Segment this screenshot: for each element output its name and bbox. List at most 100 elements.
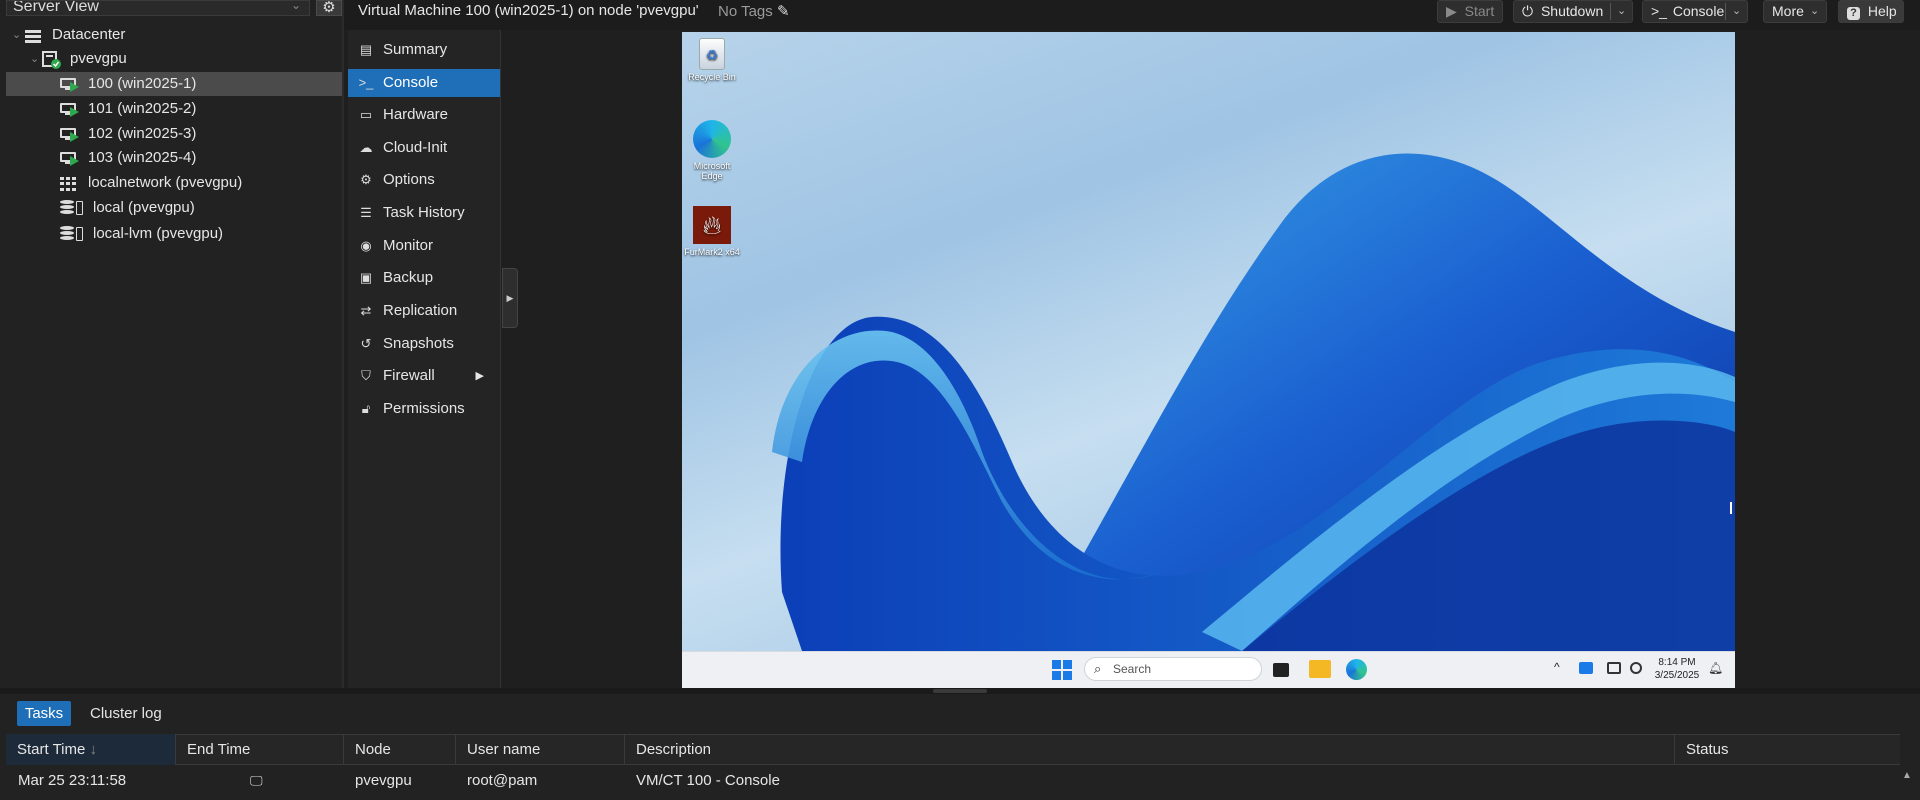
clock-time: 8:14 PM — [1658, 657, 1696, 668]
console-button[interactable]: >_ Console ⌄ — [1642, 0, 1748, 23]
bell-icon[interactable]: 🔔︎ — [1708, 661, 1723, 675]
tree-item-datacenter[interactable]: ⌄ Datacenter — [6, 23, 342, 47]
column-label: Description — [636, 741, 712, 758]
edge-taskbar-icon[interactable] — [1346, 659, 1367, 680]
column-header-end-time[interactable]: End Time — [176, 734, 344, 765]
splitter-handle[interactable] — [933, 689, 987, 693]
nav-firewall[interactable]: ⛉ Firewall ▶ — [348, 362, 500, 390]
collapse-handle[interactable]: ▶ — [502, 268, 518, 328]
nav-label: Backup — [383, 269, 434, 286]
column-label: Status — [1686, 741, 1729, 758]
nav-replication[interactable]: ⇄ Replication — [348, 297, 500, 325]
nav-label: Snapshots — [383, 335, 454, 352]
sort-descending-icon: ↓ — [89, 741, 98, 758]
vm-running-icon — [60, 127, 79, 142]
volume-tray-icon[interactable] — [1630, 662, 1642, 674]
pencil-icon[interactable]: ✎ — [777, 3, 790, 20]
furmark-icon: 🔥︎ — [693, 206, 731, 244]
shutdown-button[interactable]: ⏻ Shutdown ⌄ — [1513, 0, 1633, 23]
view-selector[interactable]: Server View ⌄ — [6, 0, 310, 16]
column-header-description[interactable]: Description — [625, 734, 1675, 765]
page-title: Virtual Machine 100 (win2025-1) on node … — [358, 2, 699, 19]
tree-item-vm-101[interactable]: 101 (win2025-2) — [6, 97, 342, 121]
nav-backup[interactable]: ▣ Backup — [348, 264, 500, 292]
desktop-icon-label: Recycle Bin — [688, 72, 736, 82]
datacenter-icon — [24, 28, 42, 43]
tags-editor[interactable]: No Tags ✎ — [718, 2, 790, 20]
desktop-icon-label: FurMark2 x64 — [684, 247, 740, 257]
column-header-start-time[interactable]: Start Time ↓ — [6, 734, 176, 765]
nav-monitor[interactable]: ◉ Monitor — [348, 232, 500, 260]
network-tray-icon[interactable] — [1607, 662, 1621, 674]
mouse-cursor-icon — [1730, 502, 1732, 514]
vm-console-screen[interactable]: ♻ Recycle Bin Microsoft Edge 🔥︎ FurMark2… — [682, 32, 1735, 651]
column-label: Node — [355, 741, 391, 758]
scroll-up-icon[interactable]: ▲ — [1902, 770, 1912, 781]
storage-icon — [60, 200, 74, 216]
nav-label: Task History — [383, 204, 465, 221]
desktop-icon-recycle-bin[interactable]: ♻ Recycle Bin — [682, 38, 742, 82]
tab-cluster-log[interactable]: Cluster log — [90, 701, 162, 726]
nav-label: Permissions — [383, 400, 465, 417]
nav-permissions[interactable]: 🔓︎ Permissions — [348, 395, 500, 423]
column-label: Start Time — [17, 741, 86, 758]
nav-snapshots[interactable]: ↺ Snapshots — [348, 330, 500, 358]
cell-description: VM/CT 100 - Console — [636, 772, 780, 789]
history-icon: ↺ — [360, 336, 372, 351]
column-header-node[interactable]: Node — [344, 734, 456, 765]
tray-app-icon[interactable] — [1579, 662, 1593, 674]
tree-item-localnetwork[interactable]: localnetwork (pvevgpu) — [6, 171, 342, 195]
vm-running-icon — [60, 102, 79, 117]
storage-device-icon — [76, 227, 83, 241]
start-button[interactable]: ▶ Start — [1437, 0, 1503, 23]
chevron-down-icon[interactable]: ⌄ — [1617, 1, 1626, 22]
nav-hardware[interactable]: ▭ Hardware — [348, 101, 500, 129]
chevron-up-icon[interactable]: ^ — [1554, 660, 1560, 674]
tree-item-vm-102[interactable]: 102 (win2025-3) — [6, 122, 342, 146]
caret-right-icon: ▶ — [475, 370, 484, 382]
nav-task-history[interactable]: ☰ Task History — [348, 199, 500, 227]
cloud-icon: ☁ — [359, 140, 373, 155]
desktop-icon-edge[interactable]: Microsoft Edge — [682, 120, 742, 181]
tree-item-node[interactable]: ⌄ pvevgpu — [6, 47, 342, 71]
help-button[interactable]: ? Help — [1838, 0, 1904, 23]
tree-item-vm-100[interactable]: 100 (win2025-1) — [6, 72, 342, 96]
taskbar-search-placeholder: Search — [1113, 662, 1152, 676]
nav-label: Monitor — [383, 237, 434, 254]
desktop-icon-furmark[interactable]: 🔥︎ FurMark2 x64 — [682, 206, 742, 257]
tab-tasks[interactable]: Tasks — [17, 701, 71, 726]
tree-item-local-lvm[interactable]: local-lvm (pvevgpu) — [6, 222, 342, 246]
cell-start-time: Mar 25 23:11:58 — [18, 772, 127, 789]
chevron-down-icon[interactable]: ⌄ — [1732, 1, 1741, 22]
windows-start-icon[interactable] — [1052, 660, 1072, 680]
tags-label: No Tags — [718, 3, 773, 20]
nav-summary[interactable]: ▤ Summary — [348, 36, 500, 64]
tree-item-label: 100 (win2025-1) — [88, 75, 197, 92]
column-header-status[interactable]: Status — [1675, 734, 1900, 765]
gear-icon: ⚙ — [360, 172, 372, 187]
more-button[interactable]: More ⌄ — [1763, 0, 1827, 23]
column-header-user-name[interactable]: User name — [456, 734, 625, 765]
nav-options[interactable]: ⚙ Options — [348, 166, 500, 194]
file-explorer-icon[interactable] — [1309, 660, 1331, 678]
tree-item-vm-103[interactable]: 103 (win2025-4) — [6, 146, 342, 170]
nav-cloud-init[interactable]: ☁ Cloud-Init — [348, 134, 500, 162]
gear-icon[interactable]: ⚙ — [316, 0, 342, 16]
unlock-icon: 🔓︎ — [361, 401, 371, 416]
taskbar-clock[interactable]: 8:14 PM 3/25/2025 — [1652, 656, 1702, 682]
nav-label: Firewall — [383, 367, 435, 384]
taskbar-search-input[interactable]: ⌕ Search — [1084, 657, 1262, 681]
tree-item-local-storage[interactable]: local (pvevgpu) — [6, 196, 342, 220]
expand-icon[interactable]: ⌄ — [12, 23, 21, 47]
table-row[interactable] — [6, 766, 1900, 800]
table-scrollbar[interactable]: ▲ — [1900, 766, 1914, 800]
console-button-label: Console — [1672, 3, 1725, 19]
task-view-icon[interactable] — [1273, 663, 1289, 677]
tree-item-label: local (pvevgpu) — [93, 199, 195, 216]
expand-icon[interactable]: ⌄ — [30, 47, 39, 71]
cell-node: pvevgpu — [355, 772, 412, 789]
floppy-icon: ▣ — [359, 270, 373, 285]
power-icon: ⏻ — [1522, 3, 1534, 19]
nav-console[interactable]: >_ Console — [348, 69, 500, 97]
node-online-icon — [42, 51, 61, 69]
